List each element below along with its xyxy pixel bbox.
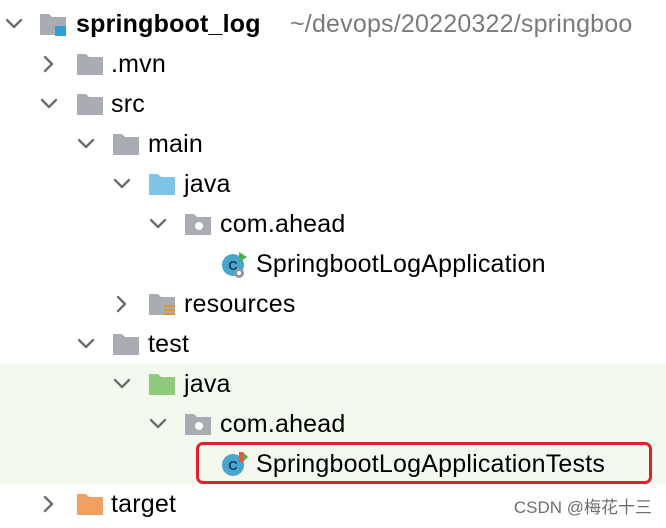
tree-label-mvn: .mvn xyxy=(111,50,166,78)
package-icon xyxy=(183,210,213,238)
chevron-down-icon[interactable] xyxy=(147,413,169,435)
watermark: CSDN @梅花十三 xyxy=(513,498,652,517)
chevron-down-icon[interactable] xyxy=(111,373,133,395)
java-class-icon: C xyxy=(219,250,249,278)
project-tree: springboot_log ~/devops/20220322/springb… xyxy=(0,0,666,528)
tree-label-main-class: SpringbootLogApplication xyxy=(256,250,546,278)
chevron-down-icon[interactable] xyxy=(3,13,25,35)
chevron-right-icon[interactable] xyxy=(38,53,60,75)
resources-folder-icon xyxy=(147,290,177,318)
excluded-folder-icon xyxy=(75,490,105,518)
tree-row-test[interactable]: test xyxy=(0,324,666,364)
chevron-right-icon[interactable] xyxy=(38,493,60,515)
tree-label-test-package: com.ahead xyxy=(220,410,346,438)
source-folder-icon xyxy=(147,170,177,198)
chevron-down-icon[interactable] xyxy=(38,93,60,115)
tree-label-test: test xyxy=(148,330,190,358)
chevron-down-icon[interactable] xyxy=(75,333,97,355)
tree-label-test-java: java xyxy=(184,370,231,398)
tree-row-main-package[interactable]: com.ahead xyxy=(0,204,666,244)
tree-label-main: main xyxy=(148,130,203,158)
tree-label-src: src xyxy=(111,90,145,118)
highlight-box xyxy=(196,442,652,484)
tree-row-test-java[interactable]: java xyxy=(0,364,666,404)
tree-row-src[interactable]: src xyxy=(0,84,666,124)
tree-label-main-java: java xyxy=(184,170,231,198)
test-source-folder-icon xyxy=(147,370,177,398)
package-icon xyxy=(183,410,213,438)
tree-row-main[interactable]: main xyxy=(0,124,666,164)
tree-label-main-package: com.ahead xyxy=(220,210,346,238)
folder-icon xyxy=(75,90,105,118)
project-name: springboot_log xyxy=(76,10,261,38)
chevron-down-icon[interactable] xyxy=(111,173,133,195)
folder-icon xyxy=(111,130,141,158)
tree-row-main-java[interactable]: java xyxy=(0,164,666,204)
folder-icon xyxy=(75,50,105,78)
tree-label-resources: resources xyxy=(184,290,296,318)
project-path: ~/devops/20220322/springboo xyxy=(290,10,633,38)
tree-row-test-package[interactable]: com.ahead xyxy=(0,404,666,444)
tree-row-main-class[interactable]: C SpringbootLogApplication xyxy=(0,244,666,284)
chevron-down-icon[interactable] xyxy=(147,213,169,235)
tree-row-resources[interactable]: resources xyxy=(0,284,666,324)
tree-row-mvn[interactable]: .mvn xyxy=(0,44,666,84)
chevron-down-icon[interactable] xyxy=(75,133,97,155)
folder-icon xyxy=(111,330,141,358)
module-folder-icon xyxy=(38,10,68,38)
tree-row-project-root[interactable]: springboot_log ~/devops/20220322/springb… xyxy=(0,4,666,44)
tree-label-target: target xyxy=(111,490,177,518)
chevron-right-icon[interactable] xyxy=(111,293,133,315)
